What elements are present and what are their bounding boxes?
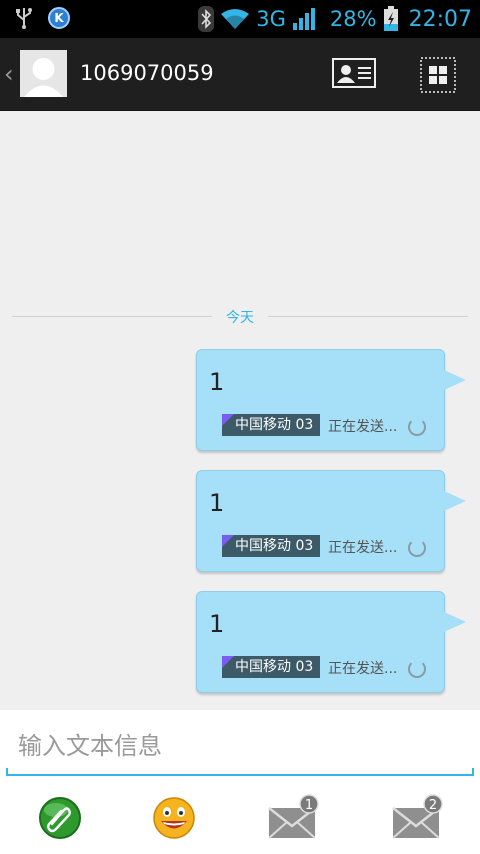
bubble-tail (444, 612, 466, 632)
message-bubble[interactable]: 1 中国移动 03 正在发送... (196, 470, 466, 572)
sending-status: 正在发送... (328, 419, 398, 435)
sim-label: 中国移动 03 (235, 659, 314, 675)
message-bubble[interactable]: 1 中国移动 03 正在发送... (196, 591, 466, 693)
network-type: 3G (256, 7, 286, 31)
bluetooth-icon (198, 6, 215, 32)
date-divider: 今天 (12, 307, 468, 327)
emoji-icon[interactable] (150, 794, 198, 842)
message-input[interactable] (6, 726, 474, 766)
sim-label: 中国移动 03 (235, 538, 314, 554)
date-label: 今天 (226, 310, 254, 326)
contact-card-icon[interactable] (332, 58, 376, 88)
signal-icon (292, 8, 315, 30)
sim-corner-mark (222, 535, 234, 547)
message-input-wrapper (6, 726, 474, 776)
input-underline (6, 768, 474, 776)
send-sim2-badge: 2 (429, 798, 437, 813)
message-text: 1 (209, 368, 225, 396)
bubble-tail (444, 370, 466, 390)
clock: 22:07 (408, 6, 472, 32)
action-bar: ‹ 1069070059 (0, 38, 480, 111)
grid-menu-icon[interactable] (420, 57, 456, 93)
message-text: 1 (209, 489, 225, 517)
attach-icon[interactable] (36, 794, 84, 842)
spinner-icon (408, 418, 426, 436)
sending-status: 正在发送... (328, 661, 398, 677)
sim-badge: 中国移动 03 (222, 535, 321, 557)
message-bubble[interactable]: 1 中国移动 03 正在发送... (196, 349, 466, 451)
sim-badge: 中国移动 03 (222, 414, 321, 436)
battery-charging-icon (383, 6, 398, 31)
message-text: 1 (209, 610, 225, 638)
divider-line (268, 316, 468, 317)
status-bar: K 3G 28% 22:07 (0, 0, 480, 38)
avatar[interactable] (20, 50, 67, 97)
sending-status: 正在发送... (328, 540, 398, 556)
send-sim1-badge: 1 (305, 798, 313, 813)
compose-area: 1 2 (0, 710, 480, 854)
sim-badge: 中国移动 03 (222, 656, 321, 678)
sim-label: 中国移动 03 (235, 417, 314, 433)
back-icon[interactable]: ‹ (4, 62, 14, 86)
contact-number: 1069070059 (80, 61, 214, 85)
send-sim2-icon[interactable]: 2 (391, 794, 445, 842)
k-icon: K (48, 7, 70, 29)
spinner-icon (408, 539, 426, 557)
bubble-tail (444, 491, 466, 511)
battery-percent: 28% (329, 7, 377, 31)
wifi-icon (221, 9, 250, 29)
usb-icon (16, 8, 32, 29)
sim-corner-mark (222, 656, 234, 668)
spinner-icon (408, 660, 426, 678)
send-sim1-icon[interactable]: 1 (267, 794, 321, 842)
sim-corner-mark (222, 414, 234, 426)
